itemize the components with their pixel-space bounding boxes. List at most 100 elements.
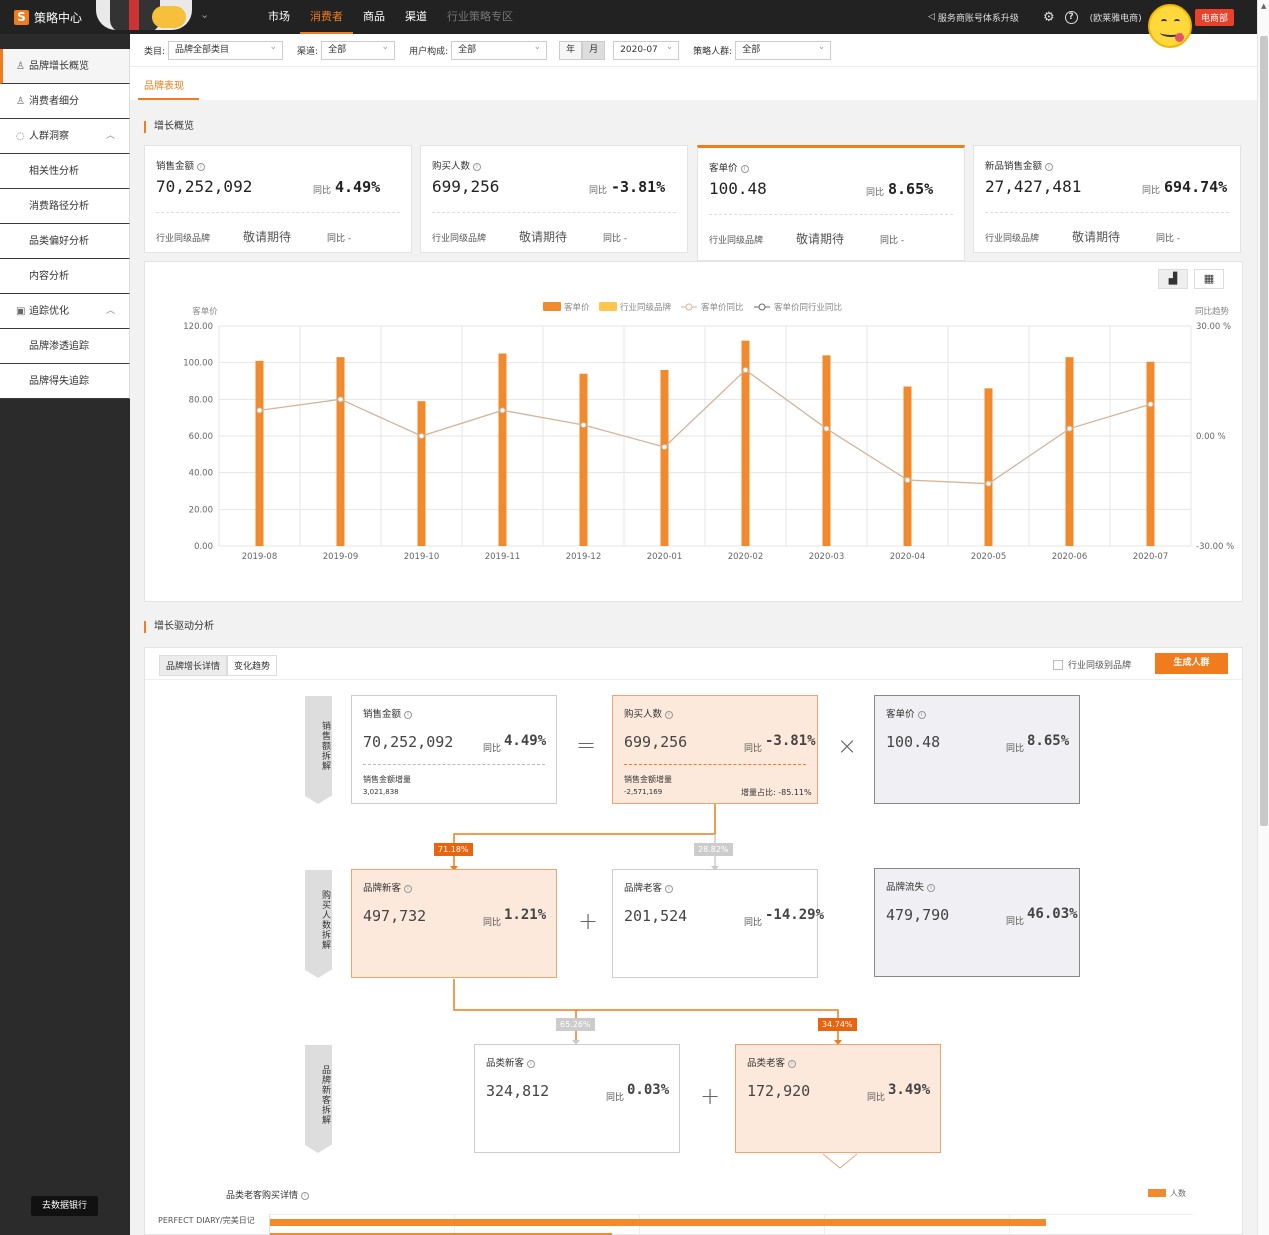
- kpi-yoy-label: 同比: [589, 186, 608, 196]
- bar-2020-01: [660, 370, 669, 546]
- emoji-eye: [1174, 19, 1180, 24]
- kpi-yoy: -3.81%: [611, 178, 666, 196]
- kpi-card-sales[interactable]: 销售金额 i 70,252,092 同比 4.49% 行业同级品牌 敬请期待 同比…: [144, 145, 412, 253]
- kpi-card-buyers[interactable]: 购买人数 i 699,256 同比 -3.81% 行业同级品牌 敬请期待 同比 -: [420, 145, 688, 253]
- channel-select[interactable]: 全部: [321, 39, 396, 60]
- scroll-thumb[interactable]: [1260, 36, 1268, 826]
- info-icon[interactable]: i: [301, 1192, 310, 1200]
- date-picker[interactable]: 2020-07: [613, 39, 680, 60]
- box-title: 客单价: [886, 709, 915, 720]
- bar-2020-06: [1065, 357, 1074, 546]
- sidebar-item-penetration[interactable]: 品牌渗透追踪: [0, 329, 130, 364]
- percent-badge: 71.18%: [434, 843, 473, 856]
- sidebar-item-category-pref[interactable]: 品类偏好分析: [0, 224, 130, 259]
- box-value: 699,256: [624, 733, 688, 751]
- sidebar-item-correlation[interactable]: 相关性分析: [0, 154, 130, 189]
- info-icon[interactable]: i: [473, 163, 482, 171]
- info-icon[interactable]: i: [527, 1060, 536, 1068]
- page-scrollbar[interactable]: ▲: [1257, 0, 1269, 1235]
- nav-channel[interactable]: 渠道: [395, 0, 437, 34]
- driver-box-brand-lost[interactable]: 品牌流失 i 479,790 同比 46.03%: [874, 868, 1080, 977]
- driver-box-brand-old[interactable]: 品牌老客 i 201,524 同比 -14.29%: [612, 869, 824, 978]
- chevron-down-icon[interactable]: ⌄: [200, 8, 209, 21]
- nav-market[interactable]: 市场: [258, 0, 300, 34]
- legend-swatch: [543, 302, 561, 311]
- sidebar-item-path[interactable]: 消费路径分析: [0, 189, 130, 224]
- section-title-drivers: 增长驱动分析: [144, 621, 214, 633]
- kpi-value: 100.48: [709, 179, 767, 198]
- info-icon[interactable]: i: [197, 163, 206, 171]
- box-yoy-label: 同比: [744, 744, 763, 754]
- point-yoy-2020-01: [661, 444, 668, 450]
- app-logo[interactable]: S 策略中心: [14, 9, 82, 26]
- sidebar-item-label: 品牌得失追踪: [29, 376, 89, 387]
- scroll-up-icon[interactable]: ▲: [1261, 2, 1266, 10]
- tab-brand-performance[interactable]: 品牌表现: [144, 77, 184, 92]
- user-avatar[interactable]: [1148, 4, 1192, 48]
- x-tick-label: 2020-06: [1052, 552, 1088, 562]
- driver-box-brand-new[interactable]: 品牌新客 i 497,732 同比 1.21%: [351, 869, 557, 978]
- driver-box-category-old[interactable]: 品类老客 i 172,920 同比 3.49%: [735, 1044, 941, 1153]
- period-year[interactable]: 年: [559, 40, 583, 60]
- driver-box-aov[interactable]: 客单价 i 100.48 同比 8.65%: [874, 695, 1080, 804]
- info-icon[interactable]: i: [404, 885, 413, 893]
- top-right-tools: ◁ 服务商账号体系升级 ⚙ ? (欧莱雅电商): [928, 0, 1142, 34]
- help-icon[interactable]: ?: [1064, 10, 1078, 24]
- bar-2019-12: [579, 373, 588, 546]
- brand-avatar[interactable]: [96, 0, 192, 30]
- driver-box-sales[interactable]: 销售金额 i 70,252,092 同比 4.49% 销售金额增量 3,021,8…: [351, 695, 557, 804]
- user-type-select[interactable]: 全部: [451, 39, 548, 60]
- box-yoy-label: 同比: [1006, 744, 1025, 754]
- user-name[interactable]: (欧莱雅电商): [1090, 11, 1142, 24]
- emoji-tongue: [1175, 33, 1184, 42]
- period-month[interactable]: 月: [582, 40, 606, 60]
- sidebar: ♙ 品牌增长概览 ♙ 消费者细分 ◌ 人群洞察 ︿ 相关性分析 消费路径分析 品类偏好分…: [0, 34, 130, 1235]
- y-tick-label: 100.00: [183, 359, 213, 369]
- dept-tag[interactable]: 电商部: [1195, 9, 1235, 26]
- sidebar-item-label: 消费者细分: [29, 96, 79, 107]
- connector-line: [453, 979, 577, 1044]
- kpi-yoy-label: 同比: [866, 188, 885, 198]
- info-icon[interactable]: i: [665, 711, 674, 719]
- industry-label: 行业同级品牌: [709, 236, 764, 246]
- category-select[interactable]: 品牌全部类目: [168, 39, 284, 60]
- info-icon[interactable]: i: [788, 1060, 797, 1068]
- legend-swatch: [1148, 1189, 1166, 1197]
- info-icon[interactable]: i: [740, 165, 749, 173]
- sidebar-item-gain-loss[interactable]: 品牌得失追踪: [0, 364, 130, 399]
- legend-label: 客单价同比: [701, 302, 744, 313]
- box-value: 70,252,092: [363, 733, 454, 751]
- nav-product[interactable]: 商品: [353, 0, 395, 34]
- x-tick-label: 2020-03: [809, 552, 845, 562]
- driver-box-buyers[interactable]: 购买人数 i 699,256 同比 -3.81% 销售金额增量 -2,571,16…: [612, 695, 818, 804]
- sidebar-item-label: 品牌渗透追踪: [29, 341, 89, 352]
- kpi-card-aov[interactable]: 客单价 i 100.48 同比 8.65% 行业同级品牌 敬请期待 同比 -: [697, 145, 965, 261]
- info-icon[interactable]: i: [927, 884, 936, 892]
- sidebar-item-audience-insight[interactable]: ◌ 人群洞察 ︿: [0, 119, 130, 154]
- strategy-select[interactable]: 全部: [735, 39, 832, 60]
- nav-consumer[interactable]: 消费者: [300, 0, 353, 34]
- kpi-card-new-product-sales[interactable]: 新品销售金额 i 27,427,481 同比 694.74% 行业同级品牌 敬请期…: [973, 145, 1241, 253]
- sidebar-item-content[interactable]: 内容分析: [0, 259, 130, 294]
- sidebar-item-consumer-segment[interactable]: ♙ 消费者细分: [0, 84, 130, 119]
- info-icon[interactable]: i: [404, 711, 413, 719]
- sidebar-item-brand-growth[interactable]: ♙ 品牌增长概览: [0, 49, 130, 84]
- bottom-bar[interactable]: [270, 1219, 1047, 1226]
- nav-industry-strategy[interactable]: 行业策略专区: [437, 0, 523, 34]
- box-value: 324,812: [486, 1082, 550, 1100]
- y2-tick-label: 30.00 %: [1196, 322, 1231, 332]
- info-icon[interactable]: i: [1045, 163, 1054, 171]
- notice-link[interactable]: 服务商账号体系升级: [938, 11, 1019, 24]
- driver-box-category-new[interactable]: 品类新客 i 324,812 同比 0.03%: [474, 1044, 680, 1153]
- industry-label: 行业同级品牌: [432, 234, 487, 244]
- divider: [156, 212, 400, 213]
- data-bank-button[interactable]: 去数据银行: [31, 1196, 98, 1216]
- sidebar-item-tracking[interactable]: ▣ 追踪优化 ︿: [0, 294, 130, 329]
- point-yoy-2020-05: [985, 480, 992, 487]
- info-icon[interactable]: i: [917, 711, 926, 719]
- industry-value: 敬请期待: [519, 230, 568, 244]
- section-title-overview: 增长概览: [144, 121, 194, 133]
- info-icon[interactable]: i: [665, 885, 674, 893]
- settings-icon[interactable]: ⚙: [1043, 10, 1055, 25]
- track-icon: ▣: [16, 306, 26, 317]
